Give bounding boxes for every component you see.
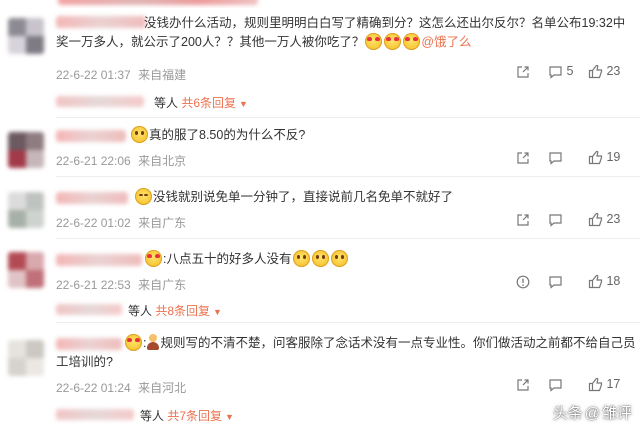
avatar[interactable] bbox=[8, 340, 44, 376]
comment-location: 来自广东 bbox=[138, 216, 187, 230]
reply-users-blurred bbox=[56, 304, 122, 315]
comment-date: 22-6-21 22:53 bbox=[56, 278, 131, 292]
share-icon[interactable] bbox=[516, 64, 530, 79]
divider bbox=[56, 117, 640, 118]
comment-date: 22-6-22 01:37 bbox=[56, 68, 131, 82]
comment-actions: 17 bbox=[500, 377, 640, 397]
heart-eyes-emoji-icon bbox=[125, 334, 142, 351]
smile-emoji-icon bbox=[131, 126, 148, 143]
like-count: 19 bbox=[606, 150, 621, 164]
comment-actions: 23 bbox=[500, 212, 640, 232]
comment-meta: 22-6-22 01:37 来自福建 bbox=[56, 66, 190, 83]
comment-meta: 22-6-22 01:24 来自河北 bbox=[56, 379, 190, 396]
divider bbox=[56, 176, 640, 177]
heart-eyes-emoji-icon bbox=[403, 33, 421, 50]
comment-date: 22-6-22 01:02 bbox=[56, 216, 131, 230]
comment-text: 没钱办什么活动，规则里明明白白写了精确到分？这怎么还出尔反尔？名单公布19:32… bbox=[144, 16, 626, 30]
reply-users-blurred bbox=[56, 96, 144, 107]
mention-link[interactable]: @饿了么 bbox=[421, 35, 471, 49]
reply-users-blurred bbox=[56, 409, 134, 420]
avatar[interactable] bbox=[8, 192, 44, 228]
like-count: 23 bbox=[606, 212, 621, 226]
reply-suffix: 等人 bbox=[154, 96, 179, 110]
comment-text-line2: 工培训的? bbox=[56, 355, 113, 369]
reply-suffix: 等人 bbox=[128, 304, 153, 318]
comment-location: 来自福建 bbox=[138, 68, 187, 82]
watermark-author: 雏评 bbox=[601, 405, 632, 422]
heart-eyes-emoji-icon bbox=[365, 33, 383, 50]
chevron-down-icon: ▼ bbox=[225, 412, 234, 422]
like-button[interactable]: 23 bbox=[588, 212, 620, 227]
comment-location: 来自北京 bbox=[138, 154, 187, 168]
avatar[interactable] bbox=[8, 18, 44, 54]
like-count: 17 bbox=[606, 377, 621, 391]
share-icon[interactable] bbox=[516, 212, 530, 227]
smile-emoji-icon bbox=[292, 250, 310, 267]
sweat-smile-emoji-icon bbox=[135, 188, 152, 205]
comment-icon[interactable] bbox=[548, 212, 563, 227]
chevron-down-icon: ▼ bbox=[213, 307, 222, 317]
more-replies-link[interactable]: 共6条回复 ▼ bbox=[181, 96, 248, 110]
blurred-text bbox=[58, 0, 258, 5]
comment-location: 来自广东 bbox=[138, 278, 187, 292]
comment-actions: 5 23 bbox=[500, 64, 640, 84]
comment-icon[interactable] bbox=[548, 377, 563, 392]
avatar[interactable] bbox=[8, 252, 44, 288]
watermark: 头条 @ 雏评 bbox=[553, 402, 632, 423]
reply-summary[interactable]: 等人 共6条回复 ▼ bbox=[56, 92, 276, 112]
share-icon[interactable] bbox=[516, 377, 530, 392]
comment-meta: 22-6-22 01:02 来自广东 bbox=[56, 214, 190, 231]
comment-actions: 19 bbox=[500, 150, 640, 170]
reply-summary[interactable]: 等人 共8条回复 ▼ bbox=[56, 300, 276, 320]
more-replies-link[interactable]: 共8条回复 ▼ bbox=[155, 304, 222, 318]
comment-date: 22-6-22 01:24 bbox=[56, 381, 131, 395]
smile-emoji-icon bbox=[330, 250, 348, 267]
like-button[interactable]: 17 bbox=[588, 377, 620, 392]
person-emoji-icon bbox=[146, 334, 160, 350]
comment-button[interactable]: 5 bbox=[548, 64, 573, 79]
comment-text: 没钱就别说免单一分钟了，直接说前几名免单不就好了 bbox=[56, 188, 634, 207]
like-count: 18 bbox=[606, 274, 621, 288]
comment-meta: 22-6-21 22:06 来自北京 bbox=[56, 152, 190, 169]
reply-suffix: 等人 bbox=[140, 409, 165, 423]
watermark-separator: @ bbox=[584, 405, 600, 422]
comment-text: 真的服了8.50的为什么不反? bbox=[56, 126, 630, 145]
comment-location: 来自河北 bbox=[138, 381, 187, 395]
comment-icon[interactable] bbox=[548, 150, 563, 165]
comment-text-line2: 奖一万多人，就公示了200人？？其他一万人被你吃了？ @饿了么 bbox=[56, 33, 472, 50]
chevron-down-icon: ▼ bbox=[239, 99, 248, 109]
watermark-source: 头条 bbox=[552, 405, 583, 422]
share-icon[interactable] bbox=[516, 150, 530, 165]
comment-actions: 18 bbox=[500, 274, 640, 294]
comment-count: 5 bbox=[566, 64, 574, 78]
divider bbox=[56, 238, 640, 239]
divider bbox=[56, 322, 640, 323]
like-count: 23 bbox=[606, 64, 621, 78]
comment-icon[interactable] bbox=[548, 274, 563, 289]
comment-meta: 22-6-21 22:53 来自广东 bbox=[56, 276, 190, 293]
heart-eyes-emoji-icon bbox=[145, 250, 162, 267]
previous-reply-bar-cutoff bbox=[0, 0, 640, 8]
like-button[interactable]: 19 bbox=[588, 150, 620, 165]
smile-emoji-icon bbox=[311, 250, 329, 267]
comment-text: : 规则写的不清不楚，问客服除了念话术没有一点专业性。你们做活动之前都不给自己员 bbox=[56, 334, 636, 353]
heart-eyes-emoji-icon bbox=[384, 33, 402, 50]
avatar[interactable] bbox=[8, 132, 44, 168]
like-button[interactable]: 23 bbox=[588, 64, 620, 79]
like-button[interactable]: 18 bbox=[588, 274, 620, 289]
comment-date: 22-6-21 22:06 bbox=[56, 154, 131, 168]
comment-text: :八点五十的好多人没有 bbox=[56, 250, 636, 269]
reply-summary[interactable]: 等人 共7条回复 ▼ bbox=[56, 405, 276, 425]
report-icon[interactable] bbox=[516, 274, 530, 289]
more-replies-link[interactable]: 共7条回复 ▼ bbox=[167, 409, 234, 423]
